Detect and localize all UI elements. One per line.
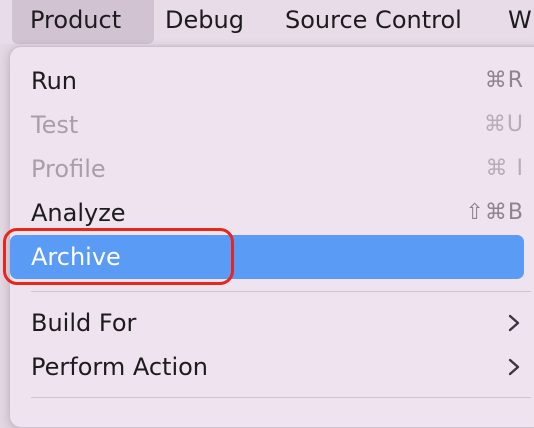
shortcut-label: ⌘ I bbox=[485, 156, 524, 181]
menubar-window[interactable]: W bbox=[508, 0, 532, 44]
menubar-product[interactable]: Product bbox=[12, 0, 154, 44]
menu-bar: Product Debug Source Control W bbox=[0, 0, 534, 44]
menu-item-label: Build For bbox=[31, 309, 137, 337]
menu-item-label: Run bbox=[31, 67, 78, 95]
menu-separator bbox=[31, 291, 531, 292]
chevron-right-icon bbox=[508, 314, 520, 332]
menu-item-test: Test ⌘U bbox=[10, 103, 530, 147]
annotation-highlight-ring bbox=[3, 228, 234, 285]
menu-item-label: Profile bbox=[31, 155, 106, 183]
menubar-debug[interactable]: Debug bbox=[165, 0, 244, 44]
menu-item-label: Perform Action bbox=[31, 353, 208, 381]
menubar-source-control[interactable]: Source Control bbox=[285, 0, 462, 44]
menu-separator bbox=[31, 397, 531, 398]
shortcut-label: ⌘R bbox=[484, 68, 524, 93]
chevron-right-icon bbox=[508, 358, 520, 376]
menu-item-run[interactable]: Run ⌘R bbox=[10, 59, 530, 103]
shortcut-label: ⇧⌘B bbox=[465, 200, 524, 225]
menu-item-label: Test bbox=[31, 111, 79, 139]
shortcut-label: ⌘U bbox=[483, 112, 524, 137]
menu-item-build-for[interactable]: Build For bbox=[10, 301, 530, 345]
menu-item-profile: Profile ⌘ I bbox=[10, 147, 530, 191]
menu-item-perform-action[interactable]: Perform Action bbox=[10, 345, 530, 389]
